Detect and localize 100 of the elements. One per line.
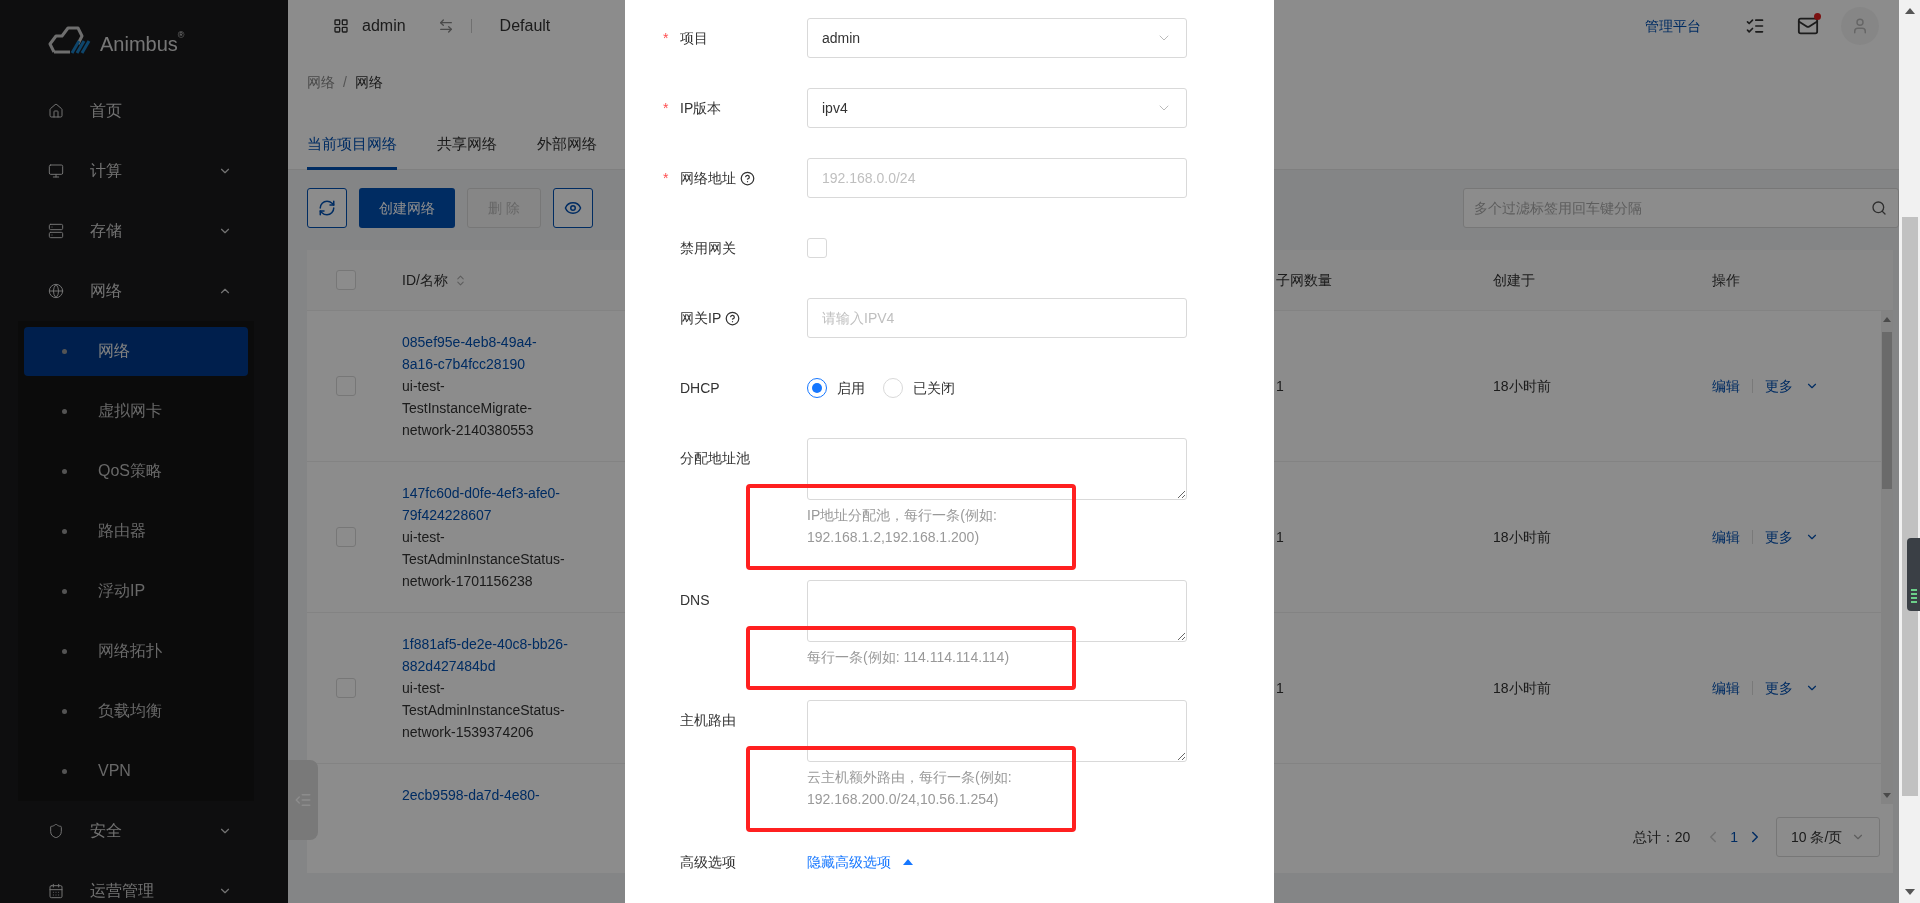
- help-icon[interactable]: [740, 170, 755, 186]
- table-cell: 1: [1276, 528, 1284, 545]
- scrollbar-thumb[interactable]: [1901, 217, 1918, 796]
- select-field[interactable]: admin: [807, 18, 1187, 58]
- submenu-item[interactable]: QoS策略: [24, 446, 248, 496]
- submenu-item[interactable]: 网络: [24, 326, 248, 376]
- view-button[interactable]: [553, 188, 593, 228]
- bullet-icon: [62, 348, 67, 354]
- radio-option[interactable]: 已关闭: [883, 377, 955, 399]
- required-mark: *: [663, 168, 669, 188]
- create-button[interactable]: 创建网络: [359, 188, 455, 228]
- breadcrumb-item: 网络: [354, 72, 383, 92]
- tab[interactable]: 共享网络: [437, 122, 497, 170]
- console-link[interactable]: 管理平台: [1645, 15, 1701, 37]
- network-id-link[interactable]: 1f881af5-de2e-40c8-bb26-882d427484bd: [402, 633, 568, 677]
- column-header: 子网数量: [1276, 270, 1333, 290]
- advanced-options-link[interactable]: 隐藏高级选项: [807, 851, 913, 873]
- action-link[interactable]: 编辑: [1712, 526, 1740, 548]
- field-label: 高级选项: [680, 852, 736, 872]
- page-number[interactable]: 1: [1730, 826, 1738, 848]
- table-cell: 18小时前: [1493, 679, 1551, 696]
- radio-option[interactable]: 启用: [807, 377, 865, 399]
- submenu-item[interactable]: 网络拓扑: [24, 626, 248, 676]
- shield-icon: [48, 823, 64, 839]
- refresh-icon: [318, 199, 336, 217]
- project-name[interactable]: admin: [362, 14, 406, 38]
- sidebar-item[interactable]: 首页: [0, 81, 288, 141]
- field-label: 主机路由: [680, 710, 736, 730]
- refresh-button[interactable]: [307, 188, 347, 228]
- network-id-link[interactable]: 2ecb9598-da7d-4e80-: [402, 784, 568, 804]
- field-label: 网络地址: [680, 168, 736, 188]
- list-icon[interactable]: [1745, 16, 1765, 36]
- submenu-item[interactable]: VPN: [24, 746, 248, 796]
- help-text: 每行一条(例如: 114.114.114.114): [807, 648, 1011, 667]
- scroll-up-icon[interactable]: [1904, 8, 1915, 14]
- column-header[interactable]: ID/名称: [402, 269, 602, 291]
- mail-icon[interactable]: [1797, 15, 1819, 37]
- bullet-icon: [62, 468, 67, 474]
- breadcrumb-item[interactable]: 网络: [307, 71, 335, 93]
- eye-icon: [564, 199, 582, 217]
- action-link[interactable]: 编辑: [1712, 677, 1740, 699]
- field-label: 网关IP: [680, 308, 722, 328]
- cabinet-icon: [48, 223, 64, 239]
- text-area[interactable]: [807, 580, 1187, 642]
- action-link[interactable]: 更多: [1765, 677, 1793, 699]
- action-link[interactable]: 更多: [1765, 526, 1793, 548]
- bullet-icon: [62, 648, 67, 654]
- house-icon: [48, 103, 64, 119]
- bullet-icon: [62, 768, 67, 774]
- tab[interactable]: 当前项目网络: [307, 122, 397, 170]
- sidebar-item[interactable]: 存储: [0, 201, 288, 261]
- table-scrollbar[interactable]: [1881, 311, 1893, 804]
- network-id-link[interactable]: 147fc60d-d0fe-4ef3-afe0-79f424228607: [402, 482, 568, 526]
- submenu-item[interactable]: 虚拟网卡: [24, 386, 248, 436]
- network-id-link[interactable]: 085ef95e-4eb8-49a4-8a16-c7b4fcc28190: [402, 331, 568, 375]
- page-scrollbar[interactable]: [1899, 0, 1920, 903]
- column-header: 操作: [1712, 270, 1741, 290]
- tab[interactable]: 外部网络: [537, 122, 597, 170]
- sidebar-item[interactable]: 网络: [0, 261, 288, 321]
- select-field[interactable]: ipv4: [807, 88, 1187, 128]
- input-field[interactable]: 请输入IPV4: [807, 298, 1187, 338]
- search-icon[interactable]: [1871, 200, 1887, 216]
- action-link[interactable]: 编辑: [1712, 375, 1740, 397]
- field-label: 禁用网关: [680, 238, 736, 258]
- scrollbar-thumb[interactable]: [1882, 332, 1892, 489]
- globe-icon: [48, 283, 64, 299]
- collapse-handle[interactable]: [288, 760, 318, 840]
- monitor-icon: [48, 163, 64, 179]
- scroll-down-icon[interactable]: [1904, 889, 1915, 895]
- help-icon[interactable]: [725, 310, 741, 326]
- help-text: IP地址分配池，每行一条(例如: 192.168.1.2,192.168.1.200): [807, 506, 998, 547]
- floating-widget[interactable]: [1907, 538, 1920, 611]
- input-field[interactable]: 192.168.0.0/24: [807, 158, 1187, 198]
- action-link[interactable]: 更多: [1765, 375, 1793, 397]
- submenu-item[interactable]: 负载均衡: [24, 686, 248, 736]
- network-name: ui-test-TestAdminInstanceStatus-network-1539374206: [402, 679, 566, 742]
- table-cell: 18小时前: [1493, 528, 1551, 545]
- bullet-icon: [62, 708, 67, 714]
- sidebar-item[interactable]: 计算: [0, 141, 288, 201]
- sidebar-item[interactable]: 安全: [0, 801, 288, 861]
- table-cell: 1: [1276, 377, 1284, 394]
- checkbox[interactable]: [807, 238, 827, 258]
- swap-icon[interactable]: [437, 18, 454, 34]
- field-label: DHCP: [680, 378, 720, 398]
- cloud-logo-icon: [48, 25, 92, 56]
- table-cell: 18小时前: [1493, 377, 1551, 394]
- domain-name: Default: [499, 16, 551, 36]
- sidebar-item[interactable]: 运营管理: [0, 861, 288, 903]
- field-label: 项目: [680, 28, 708, 48]
- submenu-item[interactable]: 路由器: [24, 506, 248, 556]
- text-area[interactable]: [807, 700, 1187, 762]
- total-count: 总计：20: [1632, 827, 1691, 847]
- submenu-item[interactable]: 浮动IP: [24, 566, 248, 616]
- text-area[interactable]: [807, 438, 1187, 500]
- network-name: ui-test-TestInstanceMigrate-network-2140380553: [402, 377, 535, 440]
- bullet-icon: [62, 528, 67, 534]
- network-name: ui-test-TestAdminInstanceStatus-network-1701156238: [402, 528, 566, 591]
- help-text: 云主机额外路由，每行一条(例如: 192.168.200.0/24,10.56.1.254): [807, 768, 1013, 809]
- page-size-select[interactable]: 10 条/页: [1776, 817, 1880, 857]
- breadcrumb-separator: /: [343, 72, 347, 92]
